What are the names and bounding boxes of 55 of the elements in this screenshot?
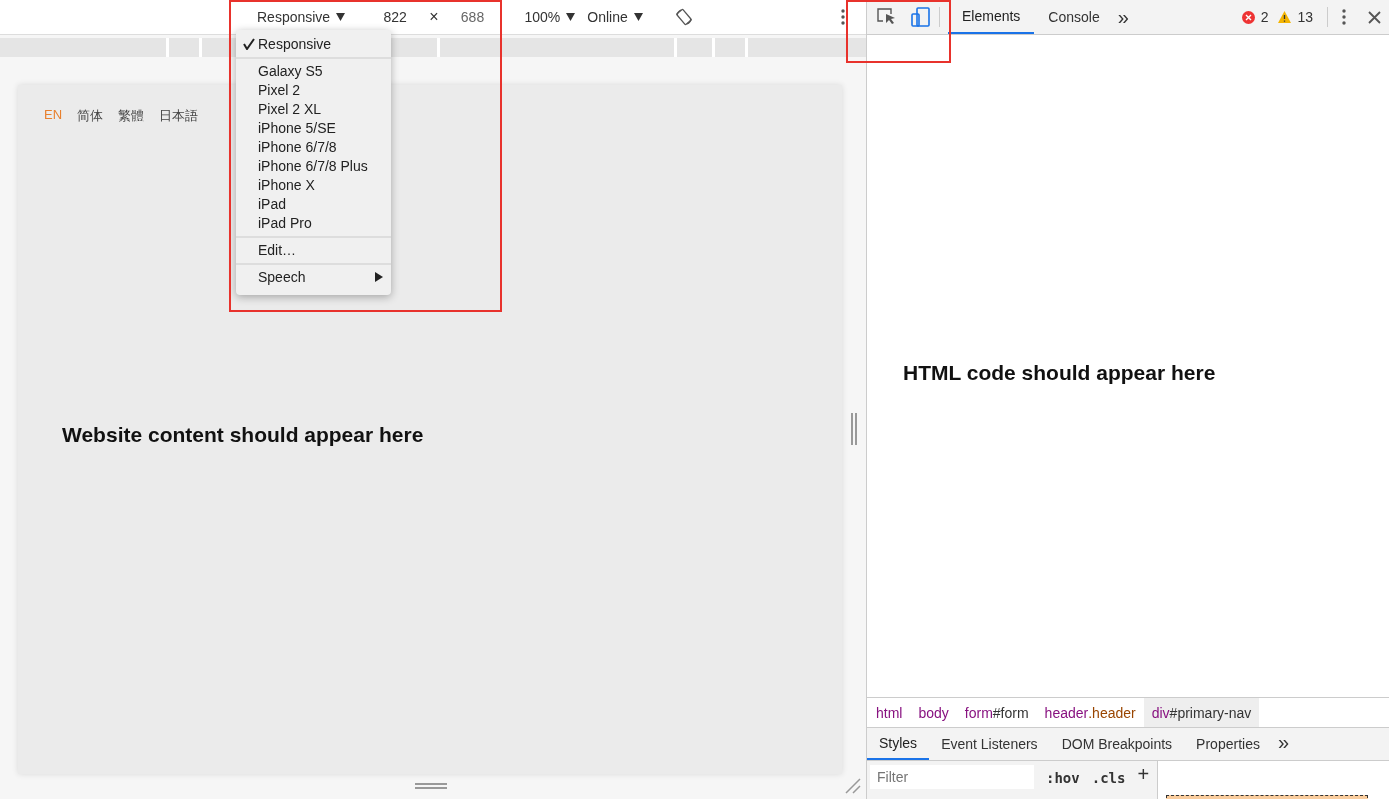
- sidebar-tab[interactable]: Event Listeners: [929, 728, 1050, 760]
- more-icon[interactable]: [841, 9, 845, 25]
- sidebar-tab[interactable]: DOM Breakpoints: [1049, 728, 1185, 760]
- breadcrumb[interactable]: body: [910, 698, 957, 727]
- language-link[interactable]: 简体: [77, 107, 104, 123]
- panel-tab[interactable]: Elements: [948, 0, 1035, 34]
- menu-item[interactable]: iPhone X: [236, 175, 391, 194]
- device-icon[interactable]: [911, 7, 931, 27]
- add-rule-button[interactable]: +: [1131, 763, 1156, 781]
- menu-item[interactable]: iPad Pro: [236, 213, 391, 232]
- rotate-icon[interactable]: [674, 8, 693, 26]
- menu-item[interactable]: Pixel 2: [236, 80, 391, 99]
- check-icon: [243, 37, 255, 50]
- menu-item[interactable]: Speech: [236, 267, 391, 286]
- cls-button[interactable]: .cls: [1085, 769, 1132, 787]
- menu-item[interactable]: iPhone 5/SE: [236, 118, 391, 137]
- warning-count[interactable]: 13: [1297, 9, 1313, 25]
- error-count[interactable]: 2: [1260, 9, 1269, 25]
- warning-icon: [1278, 11, 1292, 23]
- language-link[interactable]: 繁體: [118, 107, 145, 123]
- sidebar-tab[interactable]: Properties: [1184, 728, 1272, 760]
- menu-item[interactable]: Pixel 2 XL: [236, 99, 391, 118]
- caret-icon: [633, 13, 643, 21]
- network-dropdown[interactable]: Online: [585, 7, 645, 27]
- resize-handle[interactable]: [415, 783, 447, 789]
- caret-icon: [566, 13, 576, 21]
- resize-handle[interactable]: [851, 413, 857, 445]
- menu-item[interactable]: iPhone 6/7/8 Plus: [236, 156, 391, 175]
- breadcrumb[interactable]: header.header: [1036, 698, 1144, 727]
- submenu-arrow-icon: [375, 271, 383, 282]
- error-icon: [1241, 10, 1255, 24]
- menu-item[interactable]: Responsive: [236, 34, 391, 53]
- language-link[interactable]: 日本語: [159, 107, 199, 123]
- inspect-icon[interactable]: [877, 8, 897, 26]
- breadcrumb[interactable]: form#form: [956, 698, 1037, 727]
- times-sign: ×: [429, 8, 439, 26]
- filter-field[interactable]: Filter: [870, 765, 1034, 789]
- menu-item[interactable]: iPad: [236, 194, 391, 213]
- placeholder-note: HTML code should appear here: [903, 361, 1216, 385]
- menu-item[interactable]: iPhone 6/7/8: [236, 137, 391, 156]
- panel-tab[interactable]: Console: [1034, 0, 1114, 34]
- more-icon[interactable]: [1342, 9, 1346, 25]
- device-dropdown[interactable]: Responsive: [255, 7, 348, 27]
- close-icon[interactable]: [1368, 10, 1381, 24]
- breadcrumb[interactable]: div#primary-nav: [1143, 698, 1260, 727]
- resize-corner-icon[interactable]: [845, 778, 861, 794]
- caret-icon: [336, 13, 346, 21]
- more-tabs-button[interactable]: »: [1277, 731, 1290, 760]
- hov-button[interactable]: :hov: [1040, 769, 1086, 787]
- breadcrumb[interactable]: html: [868, 698, 911, 727]
- placeholder-note: Website content should appear here: [62, 423, 425, 447]
- menu-item[interactable]: Galaxy S5: [236, 61, 391, 80]
- zoom-dropdown[interactable]: 100%: [522, 7, 578, 27]
- more-tabs-button[interactable]: »: [1117, 5, 1129, 29]
- menu-item[interactable]: Edit…: [236, 240, 391, 259]
